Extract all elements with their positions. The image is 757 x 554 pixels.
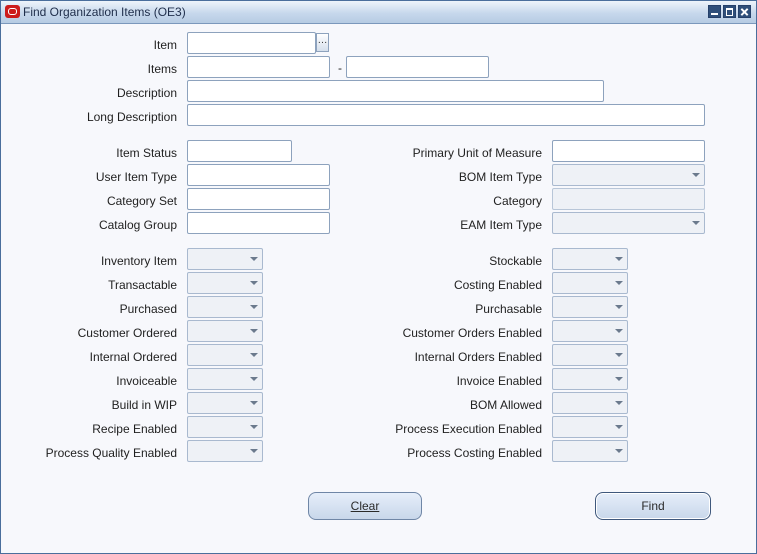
find-button[interactable]: Find: [595, 492, 711, 520]
flag-label-recipe-enabled: Recipe Enabled: [92, 422, 177, 436]
chevron-down-icon: [250, 353, 258, 357]
chevron-down-icon: [615, 257, 623, 261]
flag-select-customer-ordered[interactable]: [187, 320, 263, 342]
minimize-icon[interactable]: [708, 5, 721, 18]
eam-item-type-label: EAM Item Type: [460, 218, 542, 232]
chevron-down-icon: [692, 173, 700, 177]
item-lov-icon[interactable]: …: [316, 33, 329, 52]
title-bar[interactable]: Find Organization Items (OE3): [1, 1, 756, 24]
flag-label-purchasable: Purchasable: [475, 302, 542, 316]
flag-select-process-execution-enabled[interactable]: [552, 416, 628, 438]
bom-item-type-select[interactable]: [552, 164, 705, 186]
flag-select-transactable[interactable]: [187, 272, 263, 294]
bom-item-type-label: BOM Item Type: [458, 170, 542, 184]
description-input[interactable]: [187, 80, 604, 102]
oracle-app-icon: [5, 5, 20, 18]
flag-select-customer-orders-enabled[interactable]: [552, 320, 628, 342]
items-to-input[interactable]: [346, 56, 489, 78]
items-range-separator: -: [338, 61, 342, 75]
flag-select-stockable[interactable]: [552, 248, 628, 270]
chevron-down-icon: [250, 449, 258, 453]
find-organization-items-window: Find Organization Items (OE3) Item … Ite…: [0, 0, 757, 554]
maximize-icon[interactable]: [723, 5, 736, 18]
category-input[interactable]: [552, 188, 705, 210]
flag-label-build-in-wip: Build in WIP: [111, 398, 177, 412]
flag-select-invoiceable[interactable]: [187, 368, 263, 390]
flag-select-inventory-item[interactable]: [187, 248, 263, 270]
chevron-down-icon: [250, 329, 258, 333]
flag-select-invoice-enabled[interactable]: [552, 368, 628, 390]
close-icon[interactable]: [738, 5, 751, 18]
flag-select-recipe-enabled[interactable]: [187, 416, 263, 438]
chevron-down-icon: [615, 377, 623, 381]
flag-select-build-in-wip[interactable]: [187, 392, 263, 414]
user-item-type-label: User Item Type: [95, 170, 177, 184]
flag-label-bom-allowed: BOM Allowed: [469, 398, 542, 412]
flag-label-inventory-item: Inventory Item: [100, 254, 177, 268]
flag-select-purchased[interactable]: [187, 296, 263, 318]
flag-select-purchasable[interactable]: [552, 296, 628, 318]
flag-label-process-costing-enabled: Process Costing Enabled: [407, 446, 542, 460]
item-status-label: Item Status: [116, 146, 177, 160]
flag-label-stockable: Stockable: [489, 254, 542, 268]
flag-select-process-costing-enabled[interactable]: [552, 440, 628, 462]
category-set-label: Category Set: [106, 194, 177, 208]
flag-label-purchased: Purchased: [119, 302, 177, 316]
flag-select-internal-orders-enabled[interactable]: [552, 344, 628, 366]
flag-label-process-execution-enabled: Process Execution Enabled: [395, 422, 542, 436]
flag-label-customer-ordered: Customer Ordered: [77, 326, 177, 340]
chevron-down-icon: [250, 377, 258, 381]
chevron-down-icon: [250, 305, 258, 309]
flag-label-internal-ordered: Internal Ordered: [89, 350, 177, 364]
description-label: Description: [116, 86, 177, 100]
chevron-down-icon: [615, 305, 623, 309]
item-status-input[interactable]: [187, 140, 292, 162]
flag-label-process-quality-enabled: Process Quality Enabled: [45, 446, 177, 460]
chevron-down-icon: [615, 401, 623, 405]
chevron-down-icon: [615, 353, 623, 357]
window-title: Find Organization Items (OE3): [23, 5, 186, 19]
item-label: Item: [153, 38, 177, 52]
primary-uom-input[interactable]: [552, 140, 705, 162]
flag-select-process-quality-enabled[interactable]: [187, 440, 263, 462]
chevron-down-icon: [615, 281, 623, 285]
user-item-type-input[interactable]: [187, 164, 330, 186]
flag-label-internal-orders-enabled: Internal Orders Enabled: [414, 350, 542, 364]
items-from-input[interactable]: [187, 56, 330, 78]
chevron-down-icon: [250, 257, 258, 261]
flag-label-costing-enabled: Costing Enabled: [453, 278, 542, 292]
chevron-down-icon: [250, 401, 258, 405]
chevron-down-icon: [250, 425, 258, 429]
chevron-down-icon: [250, 281, 258, 285]
chevron-down-icon: [692, 221, 700, 225]
flag-select-bom-allowed[interactable]: [552, 392, 628, 414]
flag-label-invoice-enabled: Invoice Enabled: [456, 374, 542, 388]
flag-label-transactable: Transactable: [108, 278, 177, 292]
category-set-input[interactable]: [187, 188, 330, 210]
clear-button[interactable]: Clear: [308, 492, 422, 520]
chevron-down-icon: [615, 425, 623, 429]
items-label: Items: [147, 62, 177, 76]
flag-label-invoiceable: Invoiceable: [116, 374, 177, 388]
flag-label-customer-orders-enabled: Customer Orders Enabled: [402, 326, 542, 340]
eam-item-type-select[interactable]: [552, 212, 705, 234]
catalog-group-label: Catalog Group: [98, 218, 177, 232]
long-description-input[interactable]: [187, 104, 705, 126]
chevron-down-icon: [615, 449, 623, 453]
chevron-down-icon: [615, 329, 623, 333]
flag-select-internal-ordered[interactable]: [187, 344, 263, 366]
catalog-group-input[interactable]: [187, 212, 330, 234]
long-description-label: Long Description: [86, 110, 177, 124]
primary-uom-label: Primary Unit of Measure: [412, 146, 542, 160]
item-input[interactable]: [187, 32, 316, 54]
category-label: Category: [493, 194, 542, 208]
flag-select-costing-enabled[interactable]: [552, 272, 628, 294]
